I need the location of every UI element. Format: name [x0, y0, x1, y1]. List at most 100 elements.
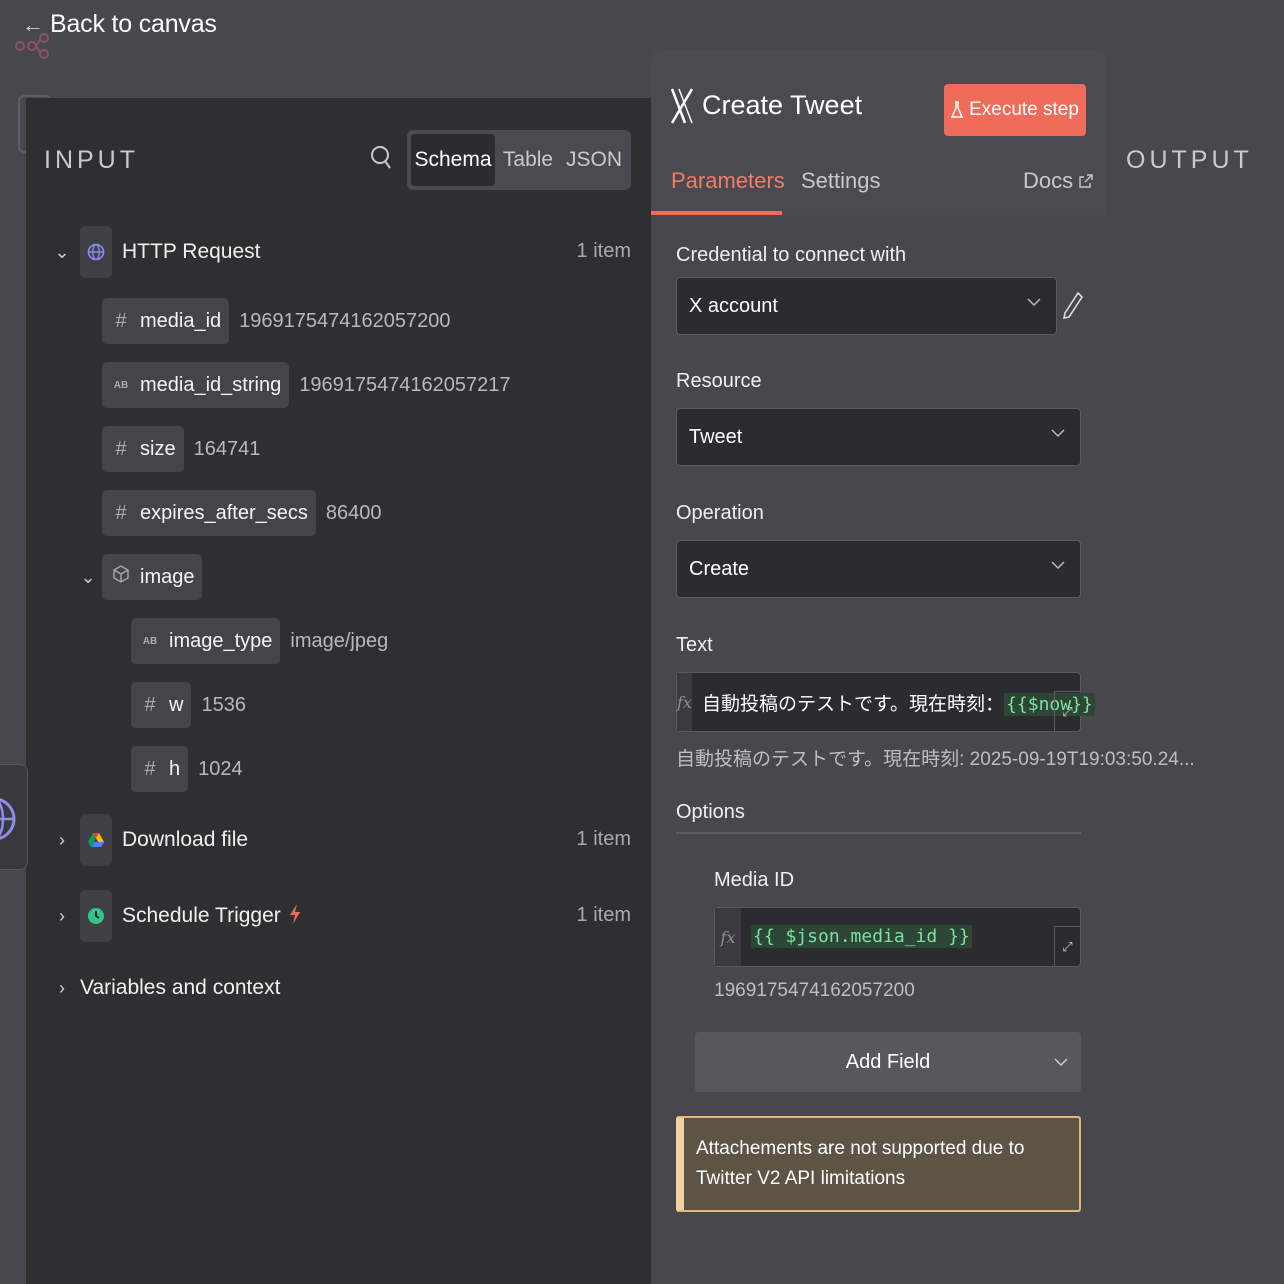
- warning-notice: Attachements are not supported due to Tw…: [676, 1116, 1081, 1212]
- chevron-down-icon: [1051, 429, 1065, 438]
- field-value: 1536: [201, 693, 246, 716]
- string-type-icon: AB: [113, 379, 129, 391]
- node-name: Download file: [122, 828, 249, 851]
- node-http-request[interactable]: ⌄ HTTP Request: [52, 226, 261, 278]
- text-preview: 自動投稿のテストです。現在時刻: 2025-09-19T19:03:50.24.…: [676, 749, 1195, 770]
- input-panel: INPUT Schema Table JSON ⌄ HTTP Request 1…: [26, 98, 651, 1284]
- variables-label: Variables and context: [80, 976, 281, 999]
- external-link-icon: [1079, 174, 1093, 188]
- chevron-right-icon[interactable]: ›: [52, 978, 72, 999]
- active-tab-indicator: [651, 211, 782, 215]
- item-count: 1 item: [576, 828, 631, 850]
- operation-value: Create: [689, 557, 750, 580]
- docs-label: Docs: [1023, 168, 1074, 193]
- field-key: media_id_string: [140, 373, 282, 396]
- node-title[interactable]: Create Tweet: [702, 90, 862, 121]
- schema-field-image-type[interactable]: AB image_type image/jpeg: [131, 618, 388, 664]
- number-type-icon: #: [144, 693, 156, 716]
- node-header: Create Tweet Execute step Parameters Set…: [651, 50, 1106, 215]
- field-key: image: [140, 565, 195, 588]
- view-mode-switcher: Schema Table JSON: [407, 130, 631, 190]
- add-field-button[interactable]: Add Field: [695, 1032, 1081, 1092]
- options-divider: [676, 832, 1081, 834]
- item-count: 1 item: [576, 240, 631, 262]
- field-key: h: [169, 757, 181, 780]
- chevron-right-icon[interactable]: ›: [52, 906, 72, 927]
- search-icon[interactable]: [370, 144, 392, 170]
- input-title: INPUT: [44, 146, 139, 174]
- globe-icon: [0, 798, 16, 840]
- open-expression-editor-icon[interactable]: ⤢: [1054, 691, 1080, 731]
- schema-field-h[interactable]: # h 1024: [131, 746, 243, 792]
- node-schedule-trigger[interactable]: › Schedule Trigger: [52, 890, 301, 942]
- credential-value: X account: [689, 294, 778, 317]
- open-expression-editor-icon[interactable]: ⤢: [1054, 926, 1080, 966]
- credential-select[interactable]: X account: [676, 277, 1057, 335]
- number-type-icon: #: [115, 309, 127, 332]
- operation-select[interactable]: Create: [676, 540, 1081, 598]
- node-download-file[interactable]: › Download file: [52, 814, 248, 866]
- field-key: media_id: [140, 309, 222, 332]
- field-value: 1969175474162057200: [239, 309, 451, 332]
- schema-field-w[interactable]: # w 1536: [131, 682, 246, 728]
- field-value: image/jpeg: [290, 629, 389, 652]
- variables-and-context[interactable]: › Variables and context: [52, 976, 280, 1000]
- field-value: 1024: [198, 757, 243, 780]
- input-node-tab[interactable]: [0, 764, 28, 870]
- view-tab-json[interactable]: JSON: [561, 134, 627, 186]
- view-tab-table[interactable]: Table: [495, 134, 561, 186]
- credential-label: Credential to connect with: [676, 244, 907, 266]
- number-type-icon: #: [144, 757, 156, 780]
- chevron-down-icon[interactable]: ⌄: [78, 567, 98, 588]
- add-field-label: Add Field: [845, 1050, 931, 1073]
- schema-field-image[interactable]: ⌄ image: [78, 554, 203, 600]
- chevron-down-icon: [1027, 298, 1041, 307]
- schema-field-media-id[interactable]: # media_id 1969175474162057200: [102, 298, 451, 344]
- field-value: 86400: [325, 501, 382, 524]
- pencil-icon[interactable]: [1062, 290, 1084, 320]
- schema-field-expires-after-secs[interactable]: # expires_after_secs 86400: [102, 490, 382, 536]
- globe-icon: [80, 226, 112, 278]
- cube-icon: [110, 565, 132, 589]
- docs-link[interactable]: Docs: [1023, 168, 1093, 194]
- output-title: OUTPUT: [1126, 146, 1253, 174]
- chevron-down-icon: [1054, 1058, 1068, 1067]
- chevron-down-icon: [1051, 561, 1065, 570]
- execute-step-button[interactable]: Execute step: [944, 84, 1086, 136]
- node-parameters-panel: Create Tweet Execute step Parameters Set…: [651, 50, 1195, 1284]
- execute-step-label: Execute step: [969, 99, 1079, 120]
- schema-field-size[interactable]: # size 164741: [102, 426, 260, 472]
- field-key: image_type: [169, 629, 273, 652]
- chevron-down-icon[interactable]: ⌄: [52, 242, 72, 263]
- media-id-expression: {{ $json.media_id }}: [751, 925, 972, 948]
- number-type-icon: #: [115, 437, 127, 460]
- text-prefix: 自動投稿のテストです。現在時刻：: [701, 693, 1005, 715]
- field-value: 1969175474162057217: [299, 373, 511, 396]
- field-value: 164741: [193, 437, 261, 460]
- chevron-right-icon[interactable]: ›: [52, 830, 72, 851]
- google-drive-icon: [80, 814, 112, 866]
- clock-icon: [80, 890, 112, 942]
- options-label: Options: [676, 801, 745, 823]
- operation-label: Operation: [676, 502, 764, 524]
- number-type-icon: #: [115, 501, 127, 524]
- lightning-icon: [289, 903, 301, 929]
- tab-parameters[interactable]: Parameters: [671, 168, 785, 194]
- x-logo-icon: [671, 88, 693, 124]
- resource-select[interactable]: Tweet: [676, 408, 1081, 466]
- text-expression-input[interactable]: fx 自動投稿のテストです。現在時刻： {{$now}} ⤢: [676, 672, 1095, 732]
- tab-settings[interactable]: Settings: [801, 168, 881, 194]
- resource-label: Resource: [676, 370, 762, 392]
- back-to-canvas-button[interactable]: ← Back to canvas: [22, 10, 217, 39]
- arrow-left-icon: ←: [22, 11, 44, 37]
- schema-field-media-id-string[interactable]: AB media_id_string 1969175474162057217: [102, 362, 511, 408]
- field-key: size: [140, 437, 176, 460]
- text-label: Text: [676, 634, 713, 656]
- field-key: w: [169, 693, 184, 716]
- item-count: 1 item: [576, 904, 631, 926]
- media-id-expression-input[interactable]: fx {{ $json.media_id }} ⤢: [714, 907, 1081, 967]
- view-tab-schema[interactable]: Schema: [411, 134, 495, 186]
- back-to-canvas-label: Back to canvas: [50, 10, 217, 38]
- media-id-preview: 1969175474162057200: [714, 980, 915, 1001]
- text-expression: {{$now}}: [1004, 692, 1095, 716]
